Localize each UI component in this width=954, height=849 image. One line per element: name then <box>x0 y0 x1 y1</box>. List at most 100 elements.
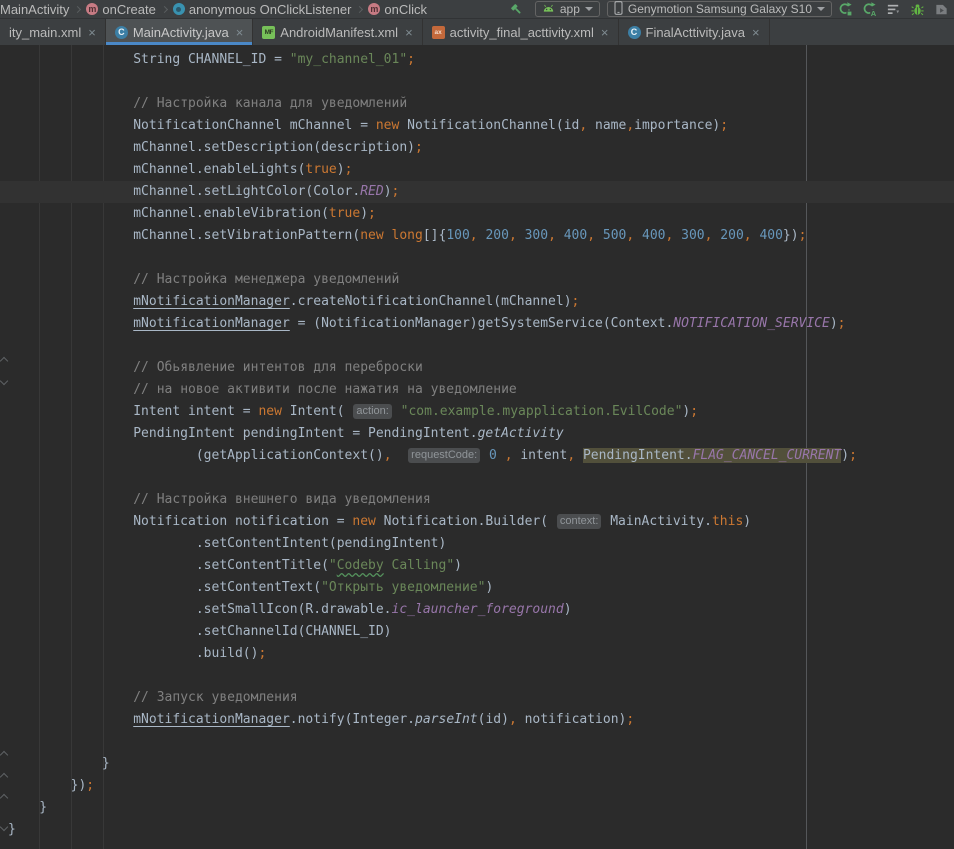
code-token: , <box>626 228 642 243</box>
breadcrumb-item[interactable]: anonymous OnClickListener <box>173 2 352 17</box>
editor-tab[interactable]: CFinalActtivity.java× <box>619 19 770 45</box>
code-token: // Настройка менеджера уведомлений <box>133 272 399 287</box>
code-token: ) <box>360 206 368 221</box>
tab-close-icon[interactable]: × <box>88 25 96 40</box>
attach-debugger-icon[interactable] <box>930 1 952 18</box>
code-token: name <box>587 118 626 133</box>
code-token: .setChannelId(CHANNEL_ID) <box>8 624 392 639</box>
code-token: ; <box>368 206 376 221</box>
code-token: , <box>470 228 486 243</box>
code-line: .setContentIntent(pendingIntent) <box>0 533 954 555</box>
code-line: mChannel.setDescription(description); <box>0 137 954 159</box>
manifest-file-icon: MF <box>262 26 275 39</box>
build-hammer-icon[interactable] <box>506 1 528 18</box>
code-token: 400 <box>759 228 782 243</box>
code-token <box>8 712 133 727</box>
tab-label: MainActivity.java <box>133 25 229 40</box>
run-configuration-select[interactable]: app <box>535 1 600 17</box>
code-token: // на новое активити после нажатия на ув… <box>133 382 517 397</box>
code-editor[interactable]: String CHANNEL_ID = "my_channel_01"; // … <box>0 45 954 849</box>
code-token: intent <box>513 448 568 463</box>
code-token: 400 <box>642 228 665 243</box>
code-line: .setChannelId(CHANNEL_ID) <box>0 621 954 643</box>
code-line: // Настройка внешнего вида уведомления <box>0 489 954 511</box>
breadcrumb-separator-icon <box>356 5 363 12</box>
code-token: .createNotificationChannel(mChannel) <box>290 294 572 309</box>
chevron-down-icon <box>817 7 825 11</box>
apply-code-changes-icon[interactable]: A <box>858 1 880 18</box>
code-line: Intent intent = new Intent( action: "com… <box>0 401 954 423</box>
code-token: importance) <box>634 118 720 133</box>
breadcrumb-label: anonymous OnClickListener <box>189 2 352 17</box>
code-token: long <box>392 228 423 243</box>
svg-text:A: A <box>871 9 877 17</box>
code-line <box>0 467 954 489</box>
code-token: parseInt <box>415 712 478 727</box>
tab-close-icon[interactable]: × <box>601 25 609 40</box>
code-token: "Открыть уведомление" <box>321 580 485 595</box>
apply-changes-restart-icon[interactable] <box>834 1 856 18</box>
method-icon: m <box>86 3 98 15</box>
code-token <box>575 448 583 463</box>
editor-tab[interactable]: axactivity_final_acttivity.xml× <box>423 19 619 45</box>
code-token <box>497 448 505 463</box>
code-token: // Настройка канала для уведомлений <box>133 96 407 111</box>
breadcrumb-label: onCreate <box>102 2 155 17</box>
code-token <box>8 360 133 375</box>
code-token: Codeby <box>337 558 384 573</box>
code-token: Notification notification = <box>8 514 352 529</box>
editor-tab[interactable]: CMainActivity.java× <box>106 19 253 45</box>
tab-bar: ity_main.xml×CMainActivity.java×MFAndroi… <box>0 19 954 45</box>
code-token: , <box>744 228 760 243</box>
code-token: 0 <box>489 448 497 463</box>
code-token: 400 <box>564 228 587 243</box>
code-token: , <box>567 448 575 463</box>
code-token: NotificationChannel mChannel = <box>8 118 376 133</box>
code-token: = (NotificationManager)getSystemService(… <box>290 316 674 331</box>
code-token <box>393 404 401 419</box>
code-line: } <box>0 753 954 775</box>
code-token: mNotificationManager <box>133 294 290 309</box>
editor-tab[interactable]: MFAndroidManifest.xml× <box>253 19 422 45</box>
code-token: mChannel.setDescription(description) <box>8 140 415 155</box>
code-token: ; <box>849 448 857 463</box>
profiler-icon[interactable] <box>882 1 904 18</box>
code-token: String CHANNEL_ID = <box>8 52 290 67</box>
code-token: 500 <box>603 228 626 243</box>
code-token: // Обьявление интентов для переброски <box>133 360 423 375</box>
tab-close-icon[interactable]: × <box>405 25 413 40</box>
code-token: NotificationChannel(id <box>399 118 579 133</box>
breadcrumb-item[interactable]: m onCreate <box>86 2 155 17</box>
code-token: ; <box>392 184 400 199</box>
tab-close-icon[interactable]: × <box>236 25 244 40</box>
code-line: // Настройка менеджера уведомлений <box>0 269 954 291</box>
breadcrumb-item[interactable]: MainActivity <box>0 2 69 17</box>
code-token <box>392 448 408 463</box>
tab-close-icon[interactable]: × <box>752 25 760 40</box>
editor-tab[interactable]: ity_main.xml × <box>0 19 106 45</box>
tab-label: ity_main.xml <box>9 25 81 40</box>
code-token: ; <box>345 162 353 177</box>
code-token <box>8 316 133 331</box>
code-token: ; <box>720 118 728 133</box>
code-line: mChannel.setVibrationPattern(new long[]{… <box>0 225 954 247</box>
code-token: .setContentTitle( <box>8 558 329 573</box>
code-token: ) <box>384 184 392 199</box>
code-token: } <box>8 822 16 837</box>
code-token <box>8 492 133 507</box>
code-token: 300 <box>681 228 704 243</box>
debug-icon[interactable] <box>906 1 928 18</box>
code-token: ) <box>830 316 838 331</box>
code-token: .notify(Integer. <box>290 712 415 727</box>
code-token: ) <box>454 558 462 573</box>
breadcrumb-item[interactable]: monClick <box>368 2 427 17</box>
code-token: ) <box>485 580 493 595</box>
code-line: }); <box>0 775 954 797</box>
parameter-hint-badge: action: <box>353 404 391 419</box>
code-token: mChannel.enableVibration( <box>8 206 329 221</box>
code-token: mChannel.enableLights( <box>8 162 305 177</box>
code-line <box>0 731 954 753</box>
code-token: mChannel.setVibrationPattern( <box>8 228 360 243</box>
device-selector[interactable]: Genymotion Samsung Galaxy S10 <box>607 1 832 17</box>
code-token: // Запуск уведомления <box>133 690 297 705</box>
